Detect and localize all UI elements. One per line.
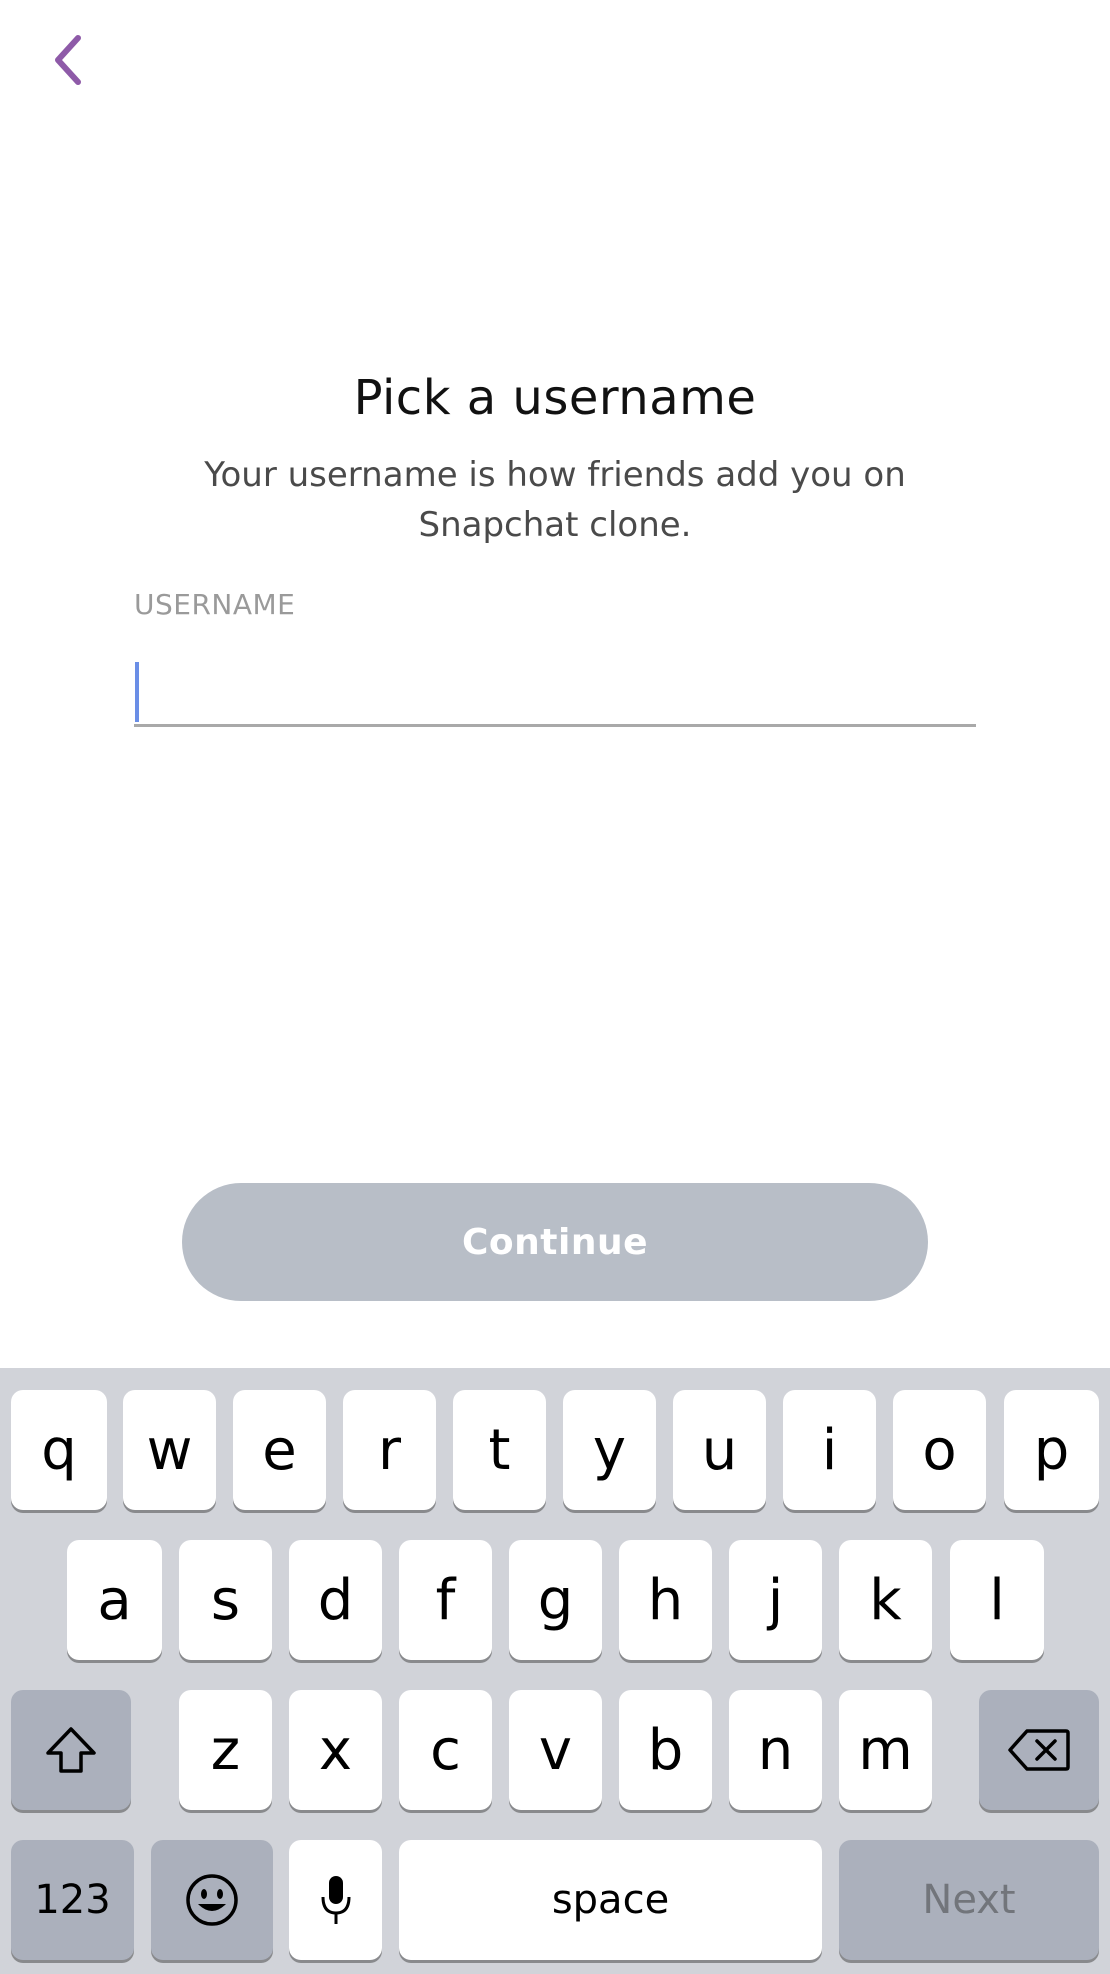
shift-icon	[46, 1727, 96, 1773]
chevron-left-icon	[55, 35, 81, 85]
key-a[interactable]: a	[67, 1540, 162, 1660]
username-input[interactable]	[134, 650, 980, 726]
username-field[interactable]	[134, 650, 980, 727]
key-y[interactable]: y	[563, 1390, 656, 1510]
key-t[interactable]: t	[453, 1390, 546, 1510]
numbers-key[interactable]: 123	[11, 1840, 134, 1960]
key-n[interactable]: n	[729, 1690, 822, 1810]
key-g[interactable]: g	[509, 1540, 602, 1660]
next-key[interactable]: Next	[839, 1840, 1099, 1960]
key-h[interactable]: h	[619, 1540, 712, 1660]
dictation-key[interactable]	[289, 1840, 382, 1960]
key-o[interactable]: o	[893, 1390, 986, 1510]
key-r[interactable]: r	[343, 1390, 436, 1510]
keyboard: q w e r t y u i o p a s d f g h j k l z …	[0, 1368, 1110, 1974]
space-key[interactable]: space	[399, 1840, 822, 1960]
username-label: USERNAME	[134, 588, 296, 621]
key-k[interactable]: k	[839, 1540, 932, 1660]
page-subtitle: Your username is how friends add you on …	[204, 455, 906, 545]
microphone-icon	[321, 1876, 350, 1924]
key-f[interactable]: f	[399, 1540, 492, 1660]
key-z[interactable]: z	[179, 1690, 272, 1810]
key-v[interactable]: v	[509, 1690, 602, 1810]
back-button[interactable]	[38, 30, 98, 90]
backspace-key[interactable]	[979, 1690, 1099, 1810]
key-b[interactable]: b	[619, 1690, 712, 1810]
key-c[interactable]: c	[399, 1690, 492, 1810]
key-u[interactable]: u	[673, 1390, 766, 1510]
key-x[interactable]: x	[289, 1690, 382, 1810]
key-i[interactable]: i	[783, 1390, 876, 1510]
shift-key[interactable]	[11, 1690, 131, 1810]
key-m[interactable]: m	[839, 1690, 932, 1810]
key-s[interactable]: s	[179, 1540, 272, 1660]
key-j[interactable]: j	[729, 1540, 822, 1660]
continue-button[interactable]: Continue	[182, 1183, 928, 1301]
backspace-icon	[1008, 1729, 1070, 1771]
key-l[interactable]: l	[950, 1540, 1044, 1660]
emoji-key[interactable]	[151, 1840, 273, 1960]
emoji-icon	[186, 1874, 238, 1926]
key-q[interactable]: q	[11, 1390, 107, 1510]
key-p[interactable]: p	[1004, 1390, 1099, 1510]
page-title: Pick a username	[353, 370, 757, 426]
key-d[interactable]: d	[289, 1540, 382, 1660]
key-e[interactable]: e	[233, 1390, 326, 1510]
key-w[interactable]: w	[123, 1390, 216, 1510]
